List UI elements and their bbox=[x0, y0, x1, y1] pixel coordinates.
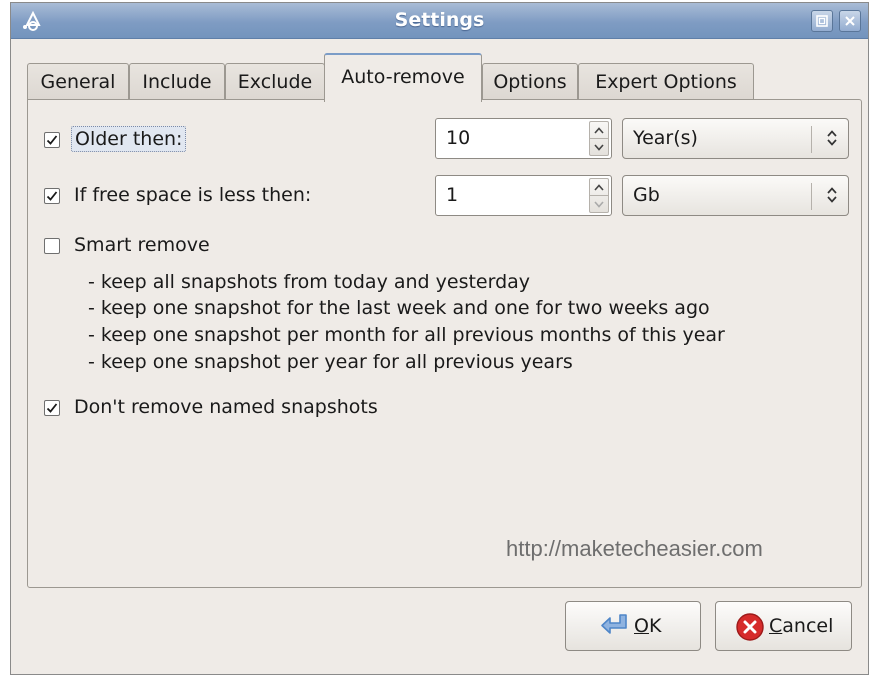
spin-up-button[interactable] bbox=[590, 122, 608, 139]
checkmark-icon bbox=[46, 191, 58, 201]
free-space-label[interactable]: If free space is less then: bbox=[74, 184, 311, 206]
close-button[interactable] bbox=[839, 10, 861, 32]
free-space-value: 1 bbox=[446, 184, 459, 206]
older-than-stepper bbox=[589, 121, 609, 156]
ok-button[interactable]: OK bbox=[565, 601, 701, 651]
maximize-button[interactable] bbox=[811, 10, 833, 32]
spin-down-button[interactable] bbox=[590, 196, 608, 213]
combo-arrows-icon bbox=[827, 130, 837, 146]
spin-down-button[interactable] bbox=[590, 139, 608, 156]
free-space-checkbox[interactable] bbox=[44, 188, 60, 204]
older-than-spinbox[interactable]: 10 bbox=[435, 118, 612, 159]
combo-separator bbox=[811, 183, 812, 210]
ok-arrow-icon bbox=[601, 614, 627, 634]
smart-remove-label[interactable]: Smart remove bbox=[74, 234, 210, 256]
watermark: http://maketecheasier.com bbox=[506, 536, 763, 561]
free-space-stepper bbox=[589, 178, 609, 213]
cancel-button[interactable]: Cancel bbox=[715, 601, 852, 651]
chevron-down-icon bbox=[594, 201, 604, 208]
older-than-checkbox[interactable] bbox=[44, 132, 60, 148]
tab-options[interactable]: Options bbox=[482, 63, 578, 101]
maximize-icon bbox=[816, 15, 828, 27]
combo-separator bbox=[811, 126, 812, 153]
checkmark-icon bbox=[46, 403, 58, 413]
older-than-label[interactable]: Older then: bbox=[71, 126, 187, 152]
older-than-unit-select[interactable]: Year(s) bbox=[622, 118, 849, 159]
smart-remove-rule: - keep one snapshot per month for all pr… bbox=[88, 324, 725, 346]
chevron-down-icon bbox=[594, 144, 604, 151]
combo-arrows-icon bbox=[827, 187, 837, 203]
tab-auto-remove[interactable]: Auto-remove bbox=[324, 53, 482, 102]
spin-up-button[interactable] bbox=[590, 179, 608, 196]
tab-expert-options[interactable]: Expert Options bbox=[578, 63, 754, 101]
smart-remove-checkbox[interactable] bbox=[44, 238, 60, 254]
older-than-unit: Year(s) bbox=[633, 127, 698, 149]
older-than-value: 10 bbox=[446, 127, 471, 149]
window-title: Settings bbox=[394, 9, 485, 31]
settings-window: Settings General Include Exclude Auto-re… bbox=[10, 2, 869, 675]
smart-remove-rule: - keep one snapshot per year for all pre… bbox=[88, 351, 573, 373]
checkmark-icon bbox=[46, 135, 58, 145]
title-bar[interactable]: Settings bbox=[11, 3, 868, 39]
keep-named-label[interactable]: Don't remove named snapshots bbox=[74, 396, 378, 418]
chevron-up-icon bbox=[594, 184, 604, 191]
keep-named-checkbox[interactable] bbox=[44, 400, 60, 416]
chevron-up-icon bbox=[594, 127, 604, 134]
ok-label: OK bbox=[634, 615, 662, 637]
close-icon bbox=[845, 16, 855, 26]
free-space-spinbox[interactable]: 1 bbox=[435, 175, 612, 216]
auto-remove-panel: Older then: 10 Year(s) If free space is … bbox=[27, 99, 862, 588]
tab-include[interactable]: Include bbox=[129, 63, 225, 101]
cancel-x-icon bbox=[736, 613, 764, 641]
free-space-unit-select[interactable]: Gb bbox=[622, 175, 849, 216]
smart-remove-rule: - keep all snapshots from today and yest… bbox=[88, 271, 531, 293]
tab-general[interactable]: General bbox=[27, 63, 129, 101]
smart-remove-rule: - keep one snapshot for the last week an… bbox=[88, 297, 710, 319]
cancel-label: Cancel bbox=[769, 615, 834, 637]
free-space-unit: Gb bbox=[633, 184, 660, 206]
tab-exclude[interactable]: Exclude bbox=[225, 63, 325, 101]
